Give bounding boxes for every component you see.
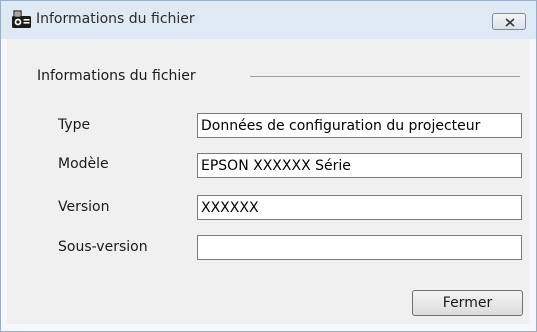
model-field[interactable] [197,153,522,178]
file-info-dialog: Informations du fichier Informations du … [0,0,537,332]
close-icon [505,18,515,27]
sub-version-label: Sous-version [58,239,148,255]
title-bar[interactable]: Informations du fichier [1,1,536,39]
model-label: Modèle [58,156,109,172]
sub-version-field[interactable] [197,235,522,260]
version-field[interactable] [197,195,522,220]
close-button[interactable] [492,13,526,30]
close-dialog-button[interactable]: Fermer [412,290,523,316]
group-box-title: Informations du fichier [37,68,196,84]
projector-file-icon [11,10,32,30]
group-box-divider [250,76,520,77]
type-field[interactable] [197,113,522,138]
version-label: Version [58,199,110,215]
window-title: Informations du fichier [36,11,195,27]
type-label: Type [58,117,91,133]
